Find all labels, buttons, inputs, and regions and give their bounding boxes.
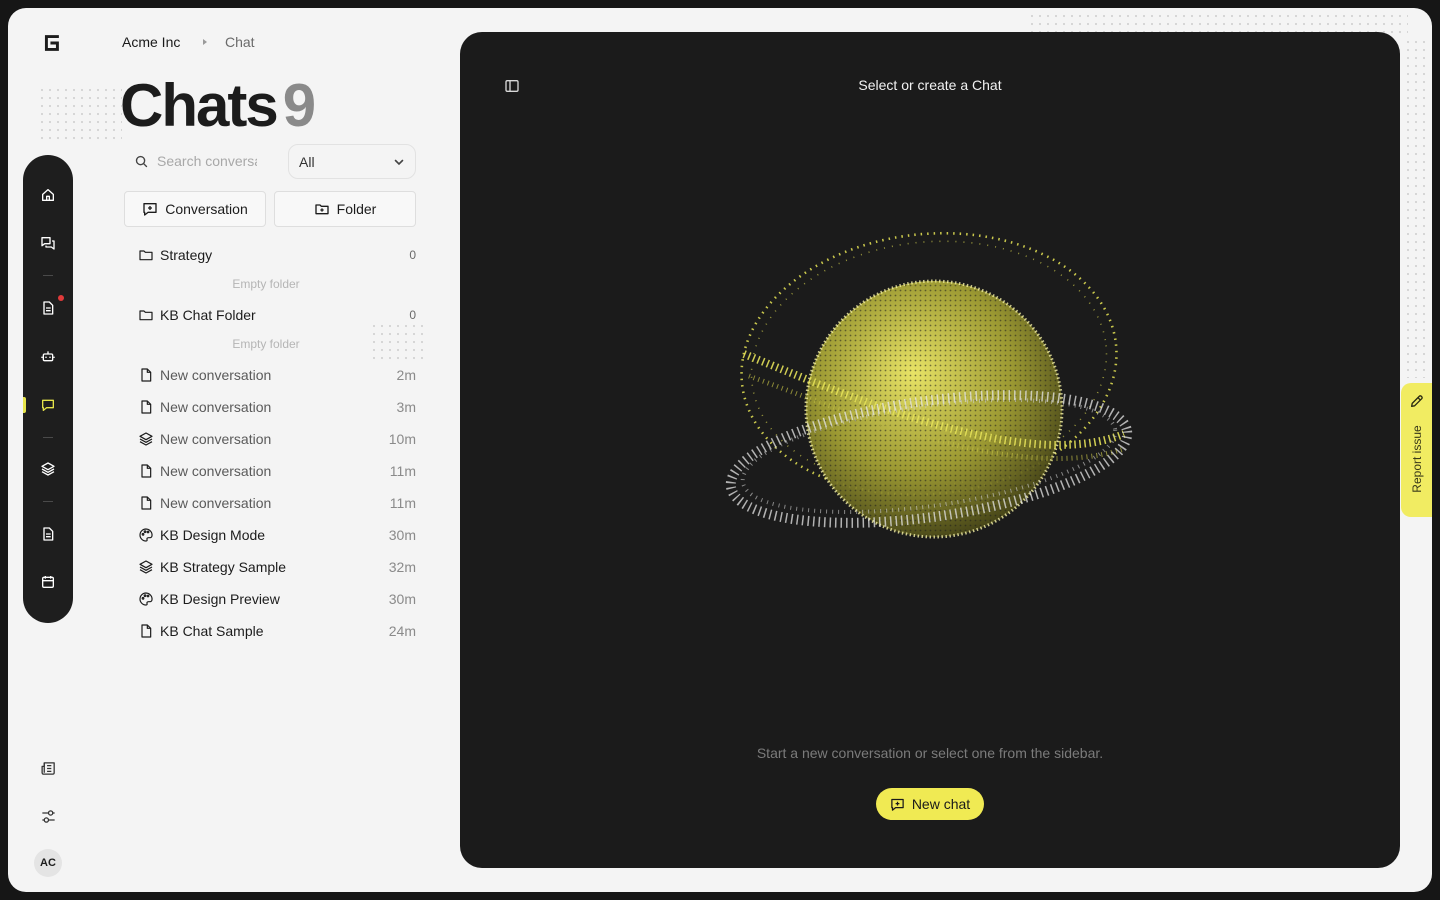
chevron-right-icon: [203, 39, 207, 45]
page-title: Chats 9: [120, 72, 316, 139]
new-conversation-button[interactable]: Conversation: [124, 191, 266, 227]
conversation-item[interactable]: New conversation 11m: [138, 492, 416, 514]
rail-divider: [43, 275, 53, 276]
app-window: AC Acme Inc Chat Chats9 All Conversation…: [8, 8, 1432, 892]
particle-orb-illustration: [725, 231, 1133, 539]
conversation-item[interactable]: KB Design Mode 30m: [138, 524, 416, 546]
conversation-item[interactable]: KB Design Preview 30m: [138, 588, 416, 610]
new-chat-button[interactable]: New chat: [876, 788, 984, 820]
search-input[interactable]: [157, 153, 257, 169]
filter-select[interactable]: All: [288, 144, 416, 179]
folder-plus-icon: [314, 204, 329, 215]
chevron-down-icon: [394, 159, 404, 165]
nav-documents[interactable]: [36, 296, 60, 320]
nav-calendar[interactable]: [36, 570, 60, 594]
nav-knowledge[interactable]: [36, 457, 60, 481]
breadcrumb-org[interactable]: Acme Inc: [122, 34, 180, 50]
chat-count: 9: [282, 72, 316, 139]
chat-panel: Select or create a Chat Start a new conv…: [460, 32, 1400, 868]
conversation-item[interactable]: New conversation 11m: [138, 460, 416, 482]
empty-folder-label: Empty folder: [232, 337, 300, 351]
empty-folder-label: Empty folder: [232, 277, 300, 291]
layers-icon: [139, 432, 153, 446]
changelog-button[interactable]: [36, 756, 60, 780]
file-icon: [141, 624, 152, 638]
nav-rail: [23, 155, 73, 623]
newspaper-icon: [40, 761, 55, 775]
home-icon: [42, 189, 54, 201]
layers-icon: [139, 560, 153, 574]
folder-count: 0: [409, 248, 416, 262]
file-icon: [141, 496, 152, 510]
folder-icon: [139, 310, 153, 321]
calendar-icon: [42, 576, 54, 588]
nav-chats[interactable]: [36, 231, 60, 255]
conversation-item[interactable]: New conversation 10m: [138, 428, 416, 450]
bot-icon: [41, 351, 55, 362]
chats-icon: [41, 237, 55, 250]
rail-divider: [43, 501, 53, 502]
folder-item[interactable]: KB Chat Folder 0: [138, 304, 416, 326]
message-plus-icon: [143, 203, 157, 216]
dot-pattern: [1404, 38, 1428, 378]
conversation-item[interactable]: New conversation 2m: [138, 364, 416, 386]
file-icon: [141, 400, 152, 414]
active-indicator: [23, 397, 26, 413]
empty-state-hint: Start a new conversation or select one f…: [756, 745, 1104, 761]
sliders-icon: [41, 809, 55, 823]
nav-chat[interactable]: [36, 393, 60, 417]
report-issue-tab[interactable]: Report issue: [1401, 383, 1432, 517]
nav-files[interactable]: [36, 522, 60, 546]
folder-icon: [139, 250, 153, 261]
breadcrumb-current: Chat: [225, 34, 255, 50]
settings-button[interactable]: [36, 804, 60, 828]
report-issue-label: Report issue: [1410, 425, 1424, 493]
message-plus-icon: [891, 798, 904, 811]
nav-home[interactable]: [36, 183, 60, 207]
chat-bubble-icon: [42, 399, 54, 411]
rail-divider: [43, 437, 53, 438]
chat-panel-header: Select or create a Chat: [858, 77, 1002, 93]
document-icon: [43, 301, 54, 315]
new-folder-button[interactable]: Folder: [274, 191, 416, 227]
folder-count: 0: [409, 308, 416, 322]
file-icon: [141, 368, 152, 382]
layers-icon: [41, 462, 55, 476]
folder-item[interactable]: Strategy 0: [138, 244, 416, 266]
nav-agents[interactable]: [36, 344, 60, 368]
palette-icon: [139, 528, 153, 542]
search-box: [124, 144, 288, 178]
conversation-item[interactable]: New conversation 3m: [138, 396, 416, 418]
filter-value: All: [299, 153, 315, 170]
search-icon: [135, 155, 148, 167]
file-icon: [141, 464, 152, 478]
pencil-icon: [1411, 395, 1423, 407]
file-text-icon: [43, 527, 54, 541]
conversation-item[interactable]: KB Chat Sample 24m: [138, 620, 416, 642]
palette-icon: [139, 592, 153, 606]
app-logo-icon[interactable]: [40, 32, 62, 54]
conversation-item[interactable]: KB Strategy Sample 32m: [138, 556, 416, 578]
dot-pattern: [38, 86, 122, 140]
notification-dot: [58, 295, 64, 301]
user-avatar[interactable]: AC: [34, 849, 62, 877]
